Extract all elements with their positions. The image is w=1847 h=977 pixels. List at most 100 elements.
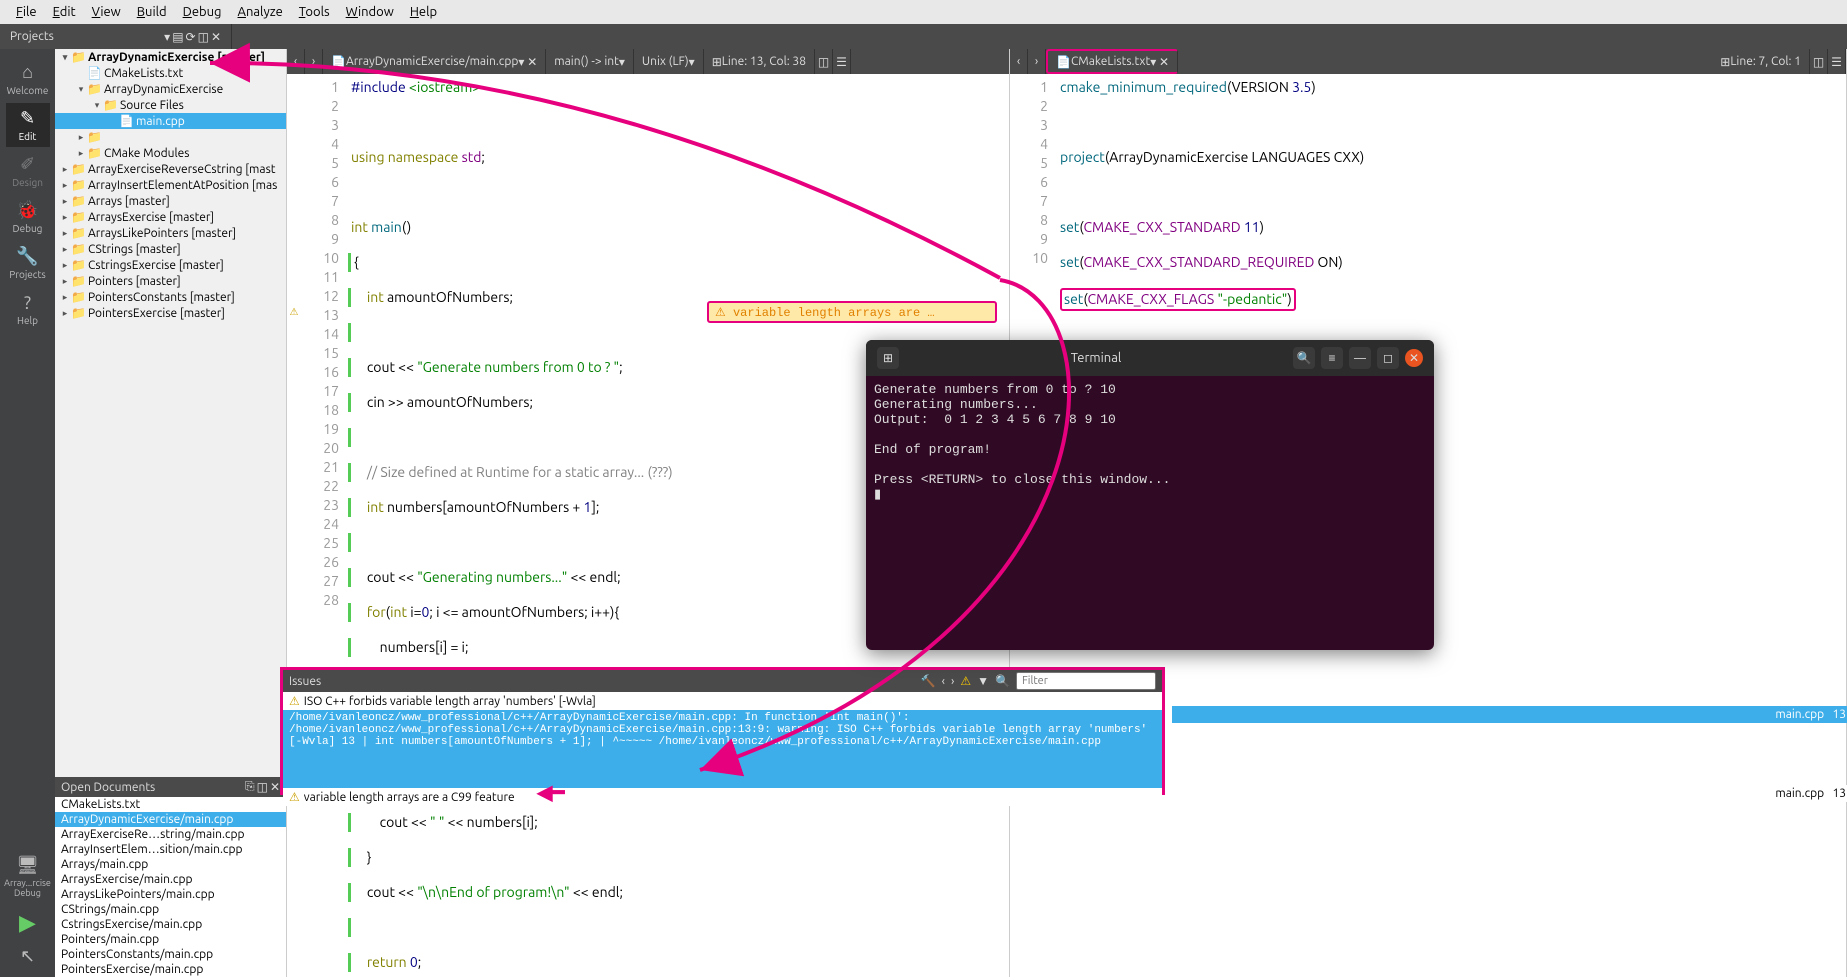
tab-main-cpp[interactable]: 📄 ArrayDynamicExercise/main.cpp ▾ ✕ <box>323 49 546 74</box>
split-icon[interactable]: ◫ <box>1810 49 1828 74</box>
issues-detail[interactable]: /home/ivanleoncz/www_professional/c++/Ar… <box>283 710 1162 788</box>
open-doc-item[interactable]: ArrayDynamicExercise/main.cpp <box>55 812 286 827</box>
mode-welcome[interactable]: ⌂Welcome <box>6 57 50 101</box>
design-icon: ✐ <box>20 154 35 175</box>
menubar: File Edit View Build Debug Analyze Tools… <box>0 0 1847 24</box>
terminal-new-tab[interactable]: ⊞ <box>877 347 899 369</box>
edit-icon: ✎ <box>20 108 35 129</box>
tree-item[interactable]: ▸📁Pointers [master] <box>55 273 286 289</box>
open-doc-item[interactable]: PointersConstants/main.cpp <box>55 947 286 962</box>
mode-debug[interactable]: 🐞Debug <box>6 195 50 239</box>
menu-view[interactable]: View <box>84 5 129 19</box>
open-doc-item[interactable]: ArrayExerciseRe…string/main.cpp <box>55 827 286 842</box>
tree-item[interactable]: ▾📁ArrayDynamicExercise [master] <box>55 49 286 65</box>
nav-back[interactable]: ‹ <box>1010 49 1028 74</box>
pin-icon[interactable]: ⎘ <box>245 780 255 794</box>
open-doc-item[interactable]: CStrings/main.cpp <box>55 902 286 917</box>
warning-filter-icon[interactable]: ⚠ <box>960 674 971 688</box>
issue-row-2[interactable]: ⚠variable length arrays are a C99 featur… <box>283 788 1162 806</box>
tree-item[interactable]: 📄main.cpp <box>55 113 286 129</box>
mode-projects[interactable]: 🔧Projects <box>6 241 50 285</box>
menu-tools[interactable]: Tools <box>291 5 338 19</box>
projects-topbar: Projects ▾ ▤ ⟳ ◫ ✕ <box>0 24 1847 49</box>
prev-issue[interactable]: ‹ <box>942 675 945 688</box>
hammer-icon[interactable]: 🔨 <box>921 674 936 688</box>
open-doc-item[interactable]: CstringsExercise/main.cpp <box>55 917 286 932</box>
open-doc-item[interactable]: PointersExercise/main.cpp <box>55 962 286 977</box>
close-icon[interactable]: ✕ <box>1405 349 1423 367</box>
terminal-window[interactable]: ⊞ Terminal 🔍 ≡ — ◻ ✕ Generate numbers fr… <box>866 340 1434 650</box>
tree-item[interactable]: 📄CMakeLists.txt <box>55 65 286 81</box>
help-icon: ? <box>24 293 31 313</box>
filter-icon[interactable]: ▾ <box>164 30 170 44</box>
cursor-button[interactable]: ↖ <box>20 946 35 967</box>
encoding[interactable]: Unix (LF) ▾ <box>634 49 704 74</box>
menu-debug[interactable]: Debug <box>175 5 230 19</box>
menu-file[interactable]: File <box>8 5 45 19</box>
mode-help[interactable]: ?Help <box>6 287 50 331</box>
minimize-icon[interactable]: — <box>1349 347 1371 369</box>
open-doc-item[interactable]: ArrayInsertElem…sition/main.cpp <box>55 842 286 857</box>
search-icon[interactable]: 🔍 <box>1293 347 1315 369</box>
filter-icon[interactable]: ▼ <box>977 674 989 688</box>
split-icon[interactable]: ◫ <box>257 780 268 794</box>
open-doc-item[interactable]: Arrays/main.cpp <box>55 857 286 872</box>
crumb-function[interactable]: main() -> int ▾ <box>546 49 634 74</box>
tree-item[interactable]: ▾📁ArrayDynamicExercise <box>55 81 286 97</box>
tree-item[interactable]: ▸📁CstringsExercise [master] <box>55 257 286 273</box>
menu-analyze[interactable]: Analyze <box>230 5 291 19</box>
annotation-arrow: ◀━ <box>537 780 564 804</box>
cursor-position[interactable]: ⊞ Line: 13, Col: 38 <box>704 49 815 74</box>
filter2-icon[interactable]: ▤ <box>172 30 183 44</box>
close-icon[interactable]: ✕ <box>270 780 280 794</box>
maximize-icon[interactable]: ◻ <box>1377 347 1399 369</box>
tree-item[interactable]: ▸📁PointersConstants [master] <box>55 289 286 305</box>
inline-warning[interactable]: ⚠ variable length arrays are … <box>707 301 997 323</box>
tree-item[interactable]: ▸📁ArraysExercise [master] <box>55 209 286 225</box>
split-icon[interactable]: ◫ <box>198 30 209 44</box>
terminal-output: Generate numbers from 0 to ? 10 Generati… <box>866 376 1434 508</box>
open-doc-item[interactable]: ArraysLikePointers/main.cpp <box>55 887 286 902</box>
mode-design[interactable]: ✐Design <box>6 149 50 193</box>
play-icon: ▶ <box>19 910 36 935</box>
issue-row-1[interactable]: ⚠ISO C++ forbids variable length array '… <box>283 692 1162 710</box>
mode-edit[interactable]: ✎Edit <box>6 103 50 147</box>
close-icon[interactable]: ✕ <box>211 30 221 44</box>
run-button[interactable]: ▶ <box>19 910 36 936</box>
wrench-icon: 🔧 <box>16 246 38 267</box>
tree-item[interactable]: ▸📁CStrings [master] <box>55 241 286 257</box>
editor-right-tabbar: ‹ › 📄 CMakeLists.txt ▾ ✕ ⊞ Line: 7, Col:… <box>1010 49 1846 74</box>
filter-input[interactable] <box>1016 672 1156 690</box>
cursor-position-right[interactable]: ⊞ Line: 7, Col: 1 <box>1712 49 1810 74</box>
menu-window[interactable]: Window <box>338 5 402 19</box>
menu-build[interactable]: Build <box>129 5 175 19</box>
projects-tree[interactable]: ▾📁ArrayDynamicExercise [master]📄CMakeLis… <box>55 49 286 777</box>
sync-icon[interactable]: ⟳ <box>186 30 196 44</box>
menu-icon[interactable]: ☰ <box>1828 49 1846 74</box>
tree-item[interactable]: ▸📁Arrays [master] <box>55 193 286 209</box>
tree-item[interactable]: ▾📁Source Files <box>55 97 286 113</box>
menu-edit[interactable]: Edit <box>45 5 84 19</box>
tree-item[interactable]: ▸📁ArraysLikePointers [master] <box>55 225 286 241</box>
menu-icon[interactable]: ☰ <box>833 49 851 74</box>
warning-icon: ⚠ <box>289 694 300 708</box>
open-doc-item[interactable]: ArraysExercise/main.cpp <box>55 872 286 887</box>
open-doc-item[interactable]: Pointers/main.cpp <box>55 932 286 947</box>
nav-fwd[interactable]: › <box>1028 49 1046 74</box>
nav-fwd[interactable]: › <box>305 49 323 74</box>
open-docs-list[interactable]: CMakeLists.txtArrayDynamicExercise/main.… <box>55 797 286 977</box>
projects-label: Projects <box>10 30 54 43</box>
run-target[interactable]: 🖥Array...rciseDebug <box>6 854 50 898</box>
tree-item[interactable]: ▸📁ArrayInsertElementAtPosition [mas <box>55 177 286 193</box>
nav-back[interactable]: ‹ <box>287 49 305 74</box>
next-issue[interactable]: › <box>951 675 954 688</box>
menu-help[interactable]: Help <box>402 5 445 19</box>
tree-item[interactable]: ▸📁CMake Modules <box>55 145 286 161</box>
menu-icon[interactable]: ≡ <box>1321 347 1343 369</box>
tree-item[interactable]: ▸📁ArrayExerciseReverseCstring [mast <box>55 161 286 177</box>
tab-cmakelists[interactable]: 📄 CMakeLists.txt ▾ ✕ <box>1046 49 1178 74</box>
open-doc-item[interactable]: CMakeLists.txt <box>55 797 286 812</box>
split-icon[interactable]: ◫ <box>815 49 833 74</box>
tree-item[interactable]: ▸📁 <box>55 129 286 145</box>
tree-item[interactable]: ▸📁PointersExercise [master] <box>55 305 286 321</box>
